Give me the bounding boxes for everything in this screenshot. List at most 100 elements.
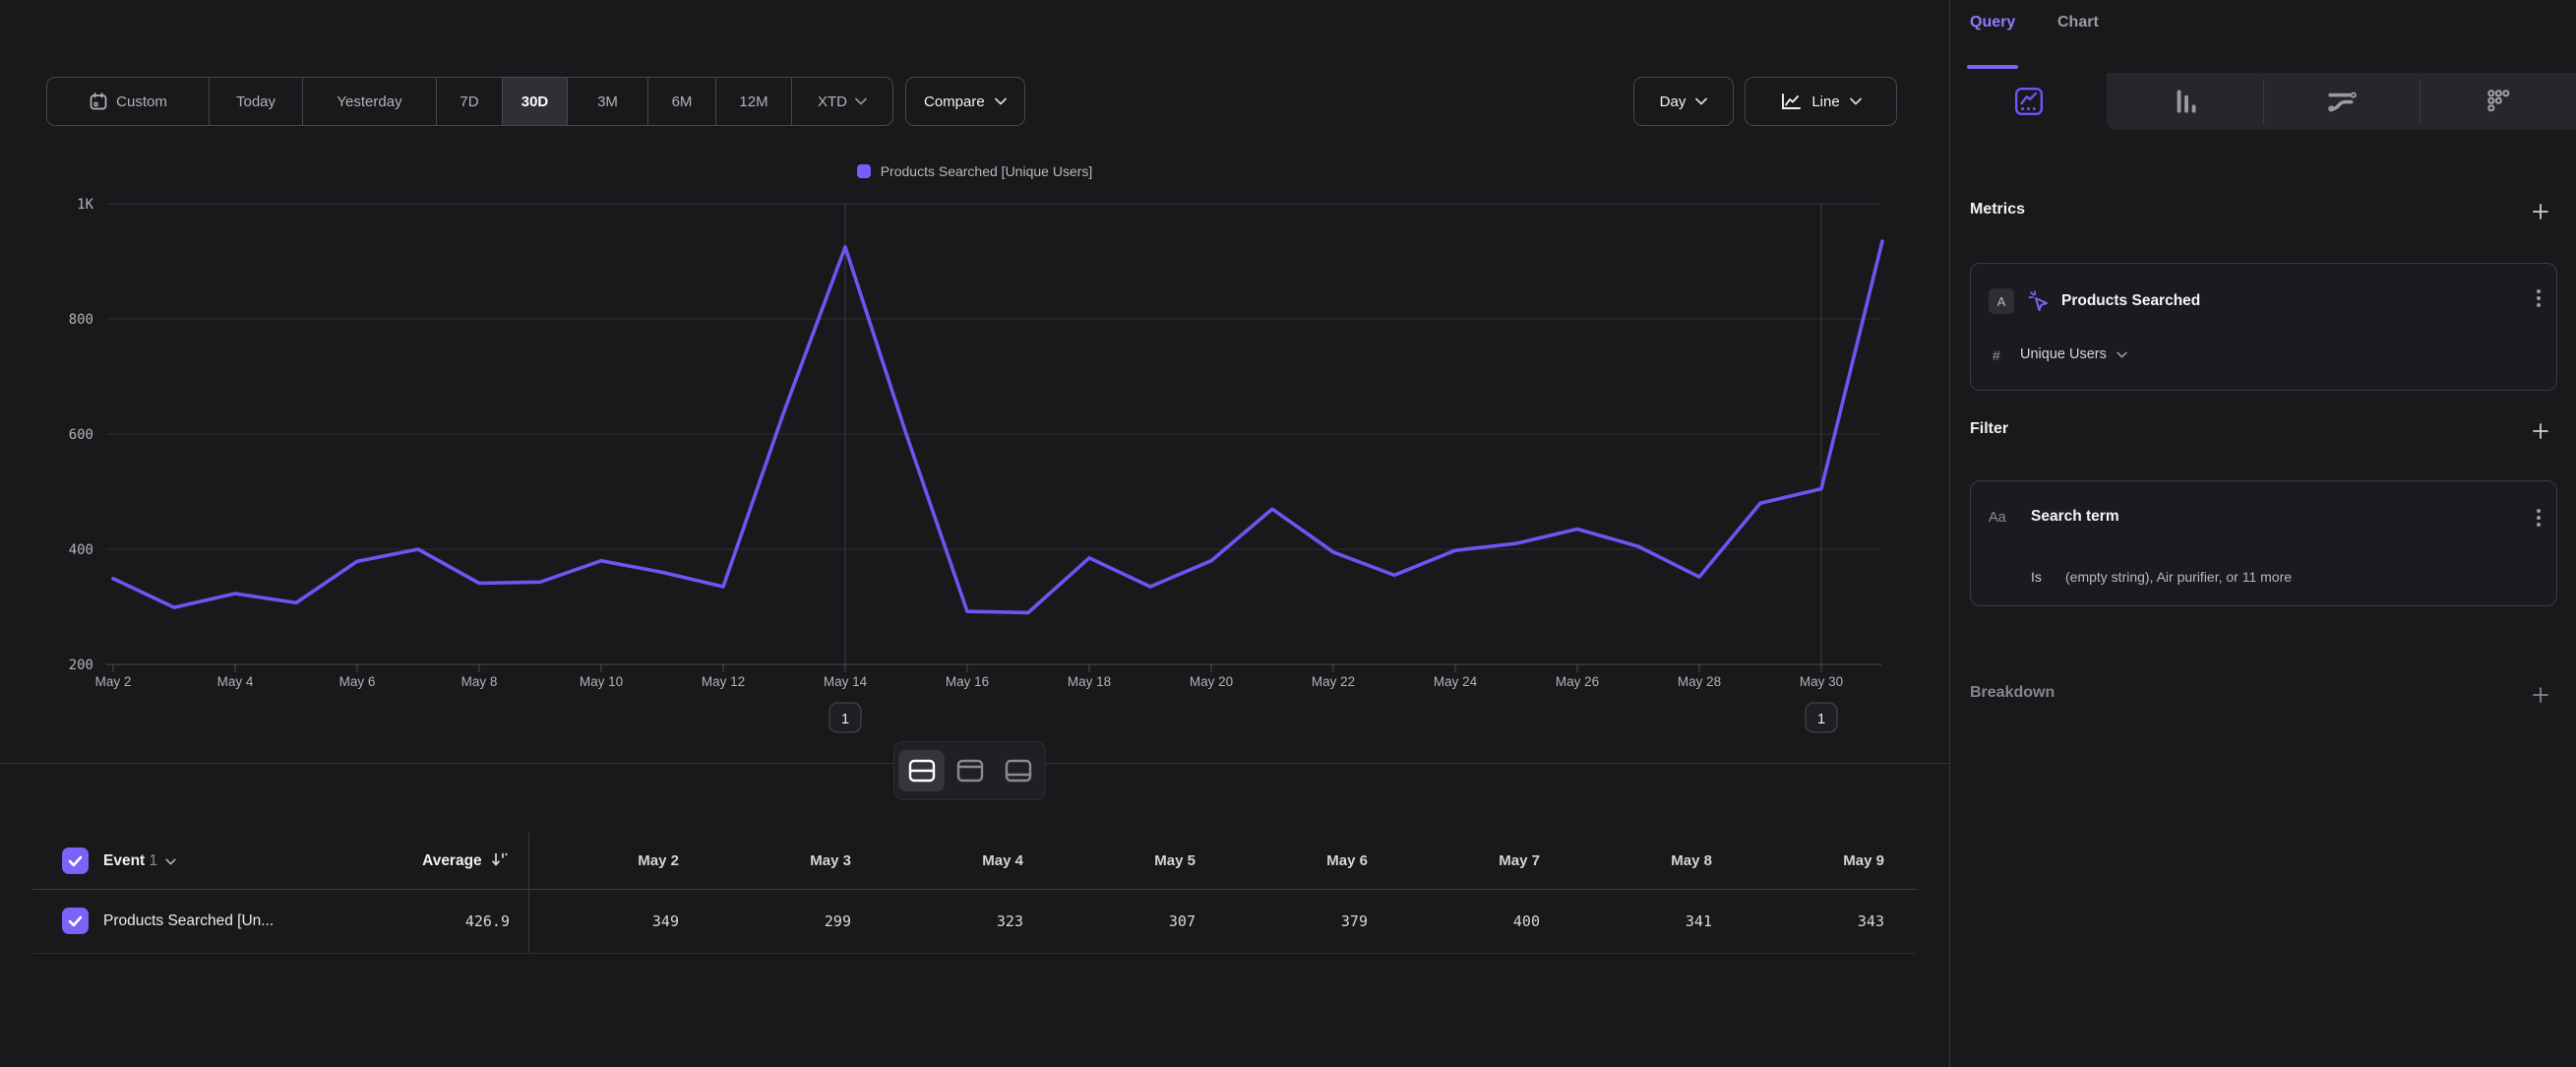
cell-value: 299	[694, 912, 851, 930]
metric-letter-badge: A	[1989, 288, 2014, 314]
filter-card[interactable]: Aa Search term Is (empty string), Air pu…	[1970, 480, 2557, 606]
average-sort-header[interactable]: Average	[350, 852, 508, 870]
granularity-button[interactable]: Day	[1633, 77, 1734, 126]
metric-name[interactable]: Products Searched	[2061, 292, 2200, 310]
layout-table-only-button[interactable]	[995, 750, 1041, 791]
x-axis-label: May 8	[461, 674, 498, 689]
flows-icon	[2326, 87, 2358, 116]
x-axis-label: May 16	[946, 674, 989, 689]
range-3m[interactable]: 3M	[567, 78, 647, 125]
y-axis-label: 200	[69, 658, 93, 673]
add-breakdown-button[interactable]	[2531, 685, 2550, 705]
measurement-prefix: #	[1993, 347, 2000, 363]
row-checkbox[interactable]	[62, 908, 89, 934]
breakdown-section-title: Breakdown	[1970, 684, 2055, 702]
range-label: Today	[236, 94, 276, 110]
x-axis-label: May 26	[1556, 674, 1599, 689]
table-column-divider	[528, 833, 529, 953]
chevron-down-icon	[995, 97, 1007, 105]
range-30d[interactable]: 30D	[502, 78, 567, 125]
tab-flows[interactable]	[2263, 73, 2420, 130]
date-column-header[interactable]: May 6	[1210, 852, 1368, 869]
select-all-checkbox[interactable]	[62, 847, 89, 874]
metric-options-kebab[interactable]	[2537, 289, 2541, 307]
date-column-header[interactable]: May 2	[521, 852, 679, 869]
chevron-down-icon	[1695, 97, 1707, 105]
insights-chart-icon	[2014, 87, 2044, 116]
add-filter-button[interactable]	[2531, 421, 2550, 441]
tab-funnels[interactable]	[2107, 73, 2263, 130]
filter-value[interactable]: (empty string), Air purifier, or 11 more	[2065, 569, 2292, 585]
chevron-down-icon	[855, 97, 867, 105]
average-header-label: Average	[422, 852, 482, 869]
range-xtd[interactable]: XTD	[791, 78, 892, 125]
filter-section-title: Filter	[1970, 420, 2008, 438]
retention-grid-icon	[2484, 87, 2513, 116]
chart-type-button[interactable]: Line	[1745, 77, 1897, 126]
filter-property-name[interactable]: Search term	[2031, 508, 2119, 526]
range-12m[interactable]: 12M	[715, 78, 791, 125]
layout-toggle-group	[893, 741, 1046, 800]
analysis-type-tabs	[1950, 73, 2576, 130]
bar-chart-icon	[2171, 87, 2200, 116]
range-label: Custom	[116, 94, 167, 110]
chart-only-icon	[956, 759, 984, 783]
cell-value: 349	[521, 912, 679, 930]
check-icon	[68, 855, 83, 867]
date-range-group: Custom Today Yesterday 7D 30D3M6M12MXTD	[46, 77, 893, 126]
range-custom[interactable]: Custom	[47, 78, 209, 125]
x-axis-label: May 2	[95, 674, 132, 689]
tab-divider	[2420, 79, 2421, 124]
range-6m[interactable]: 6M	[647, 78, 715, 125]
chart-legend: Products Searched [Unique Users]	[0, 163, 1949, 179]
layout-chart-only-button[interactable]	[947, 750, 993, 791]
table-only-icon	[1005, 759, 1032, 783]
row-event-name[interactable]: Products Searched [Un...	[103, 912, 274, 930]
range-today[interactable]: Today	[209, 78, 302, 125]
chevron-down-icon	[2116, 351, 2127, 358]
series-line[interactable]	[113, 241, 1882, 612]
analytics-report-app: Custom Today Yesterday 7D 30D3M6M12MXTD Comp…	[0, 0, 2576, 1067]
filter-operator[interactable]: Is	[2031, 569, 2042, 585]
legend-swatch	[857, 164, 871, 178]
date-column-header[interactable]: May 5	[1038, 852, 1196, 869]
date-column-header[interactable]: May 4	[866, 852, 1023, 869]
granularity-label: Day	[1660, 94, 1687, 110]
layout-split-view-button[interactable]	[898, 750, 945, 791]
event-header-dropdown[interactable]: Event 1	[103, 852, 176, 870]
date-column-header[interactable]: May 9	[1727, 852, 1884, 869]
date-column-header[interactable]: May 3	[694, 852, 851, 869]
add-metric-button[interactable]	[2531, 202, 2550, 221]
date-column-header[interactable]: May 7	[1382, 852, 1540, 869]
range-7d[interactable]: 7D	[436, 78, 502, 125]
line-chart[interactable]: 2004006008001K11May 2May 4May 6May 8May …	[0, 192, 1949, 748]
range-yesterday[interactable]: Yesterday	[302, 78, 436, 125]
x-axis-label: May 18	[1068, 674, 1111, 689]
tab-retention[interactable]	[2420, 73, 2576, 130]
cell-value: 379	[1210, 912, 1368, 930]
tab-query[interactable]: Query	[1970, 14, 2015, 31]
cell-value: 343	[1727, 912, 1884, 930]
measurement-label: Unique Users	[2020, 346, 2107, 362]
x-axis-label: May 22	[1312, 674, 1355, 689]
chevron-down-icon	[1850, 97, 1862, 105]
tab-insights[interactable]	[1950, 73, 2107, 130]
event-sparkle-cursor-icon	[2026, 288, 2052, 314]
sort-descending-icon	[491, 852, 508, 867]
date-column-header[interactable]: May 8	[1555, 852, 1712, 869]
legend-label[interactable]: Products Searched [Unique Users]	[881, 163, 1093, 179]
range-label: 7D	[460, 94, 478, 110]
annotation-count: 1	[1817, 711, 1825, 727]
metrics-section-title: Metrics	[1970, 201, 2025, 219]
tab-chart[interactable]: Chart	[2057, 14, 2099, 31]
range-label: Yesterday	[337, 94, 401, 110]
row-average-value: 426.9	[352, 912, 510, 930]
measurement-dropdown[interactable]: Unique Users	[2020, 346, 2127, 362]
x-axis-label: May 30	[1800, 674, 1843, 689]
event-header-label: Event	[103, 852, 145, 869]
x-axis-label: May 20	[1190, 674, 1233, 689]
compare-button[interactable]: Compare	[905, 77, 1025, 126]
filter-options-kebab[interactable]	[2537, 509, 2541, 527]
metric-card[interactable]: A Products Searched # Unique Users	[1970, 263, 2557, 391]
string-property-icon: Aa	[1989, 510, 2006, 526]
